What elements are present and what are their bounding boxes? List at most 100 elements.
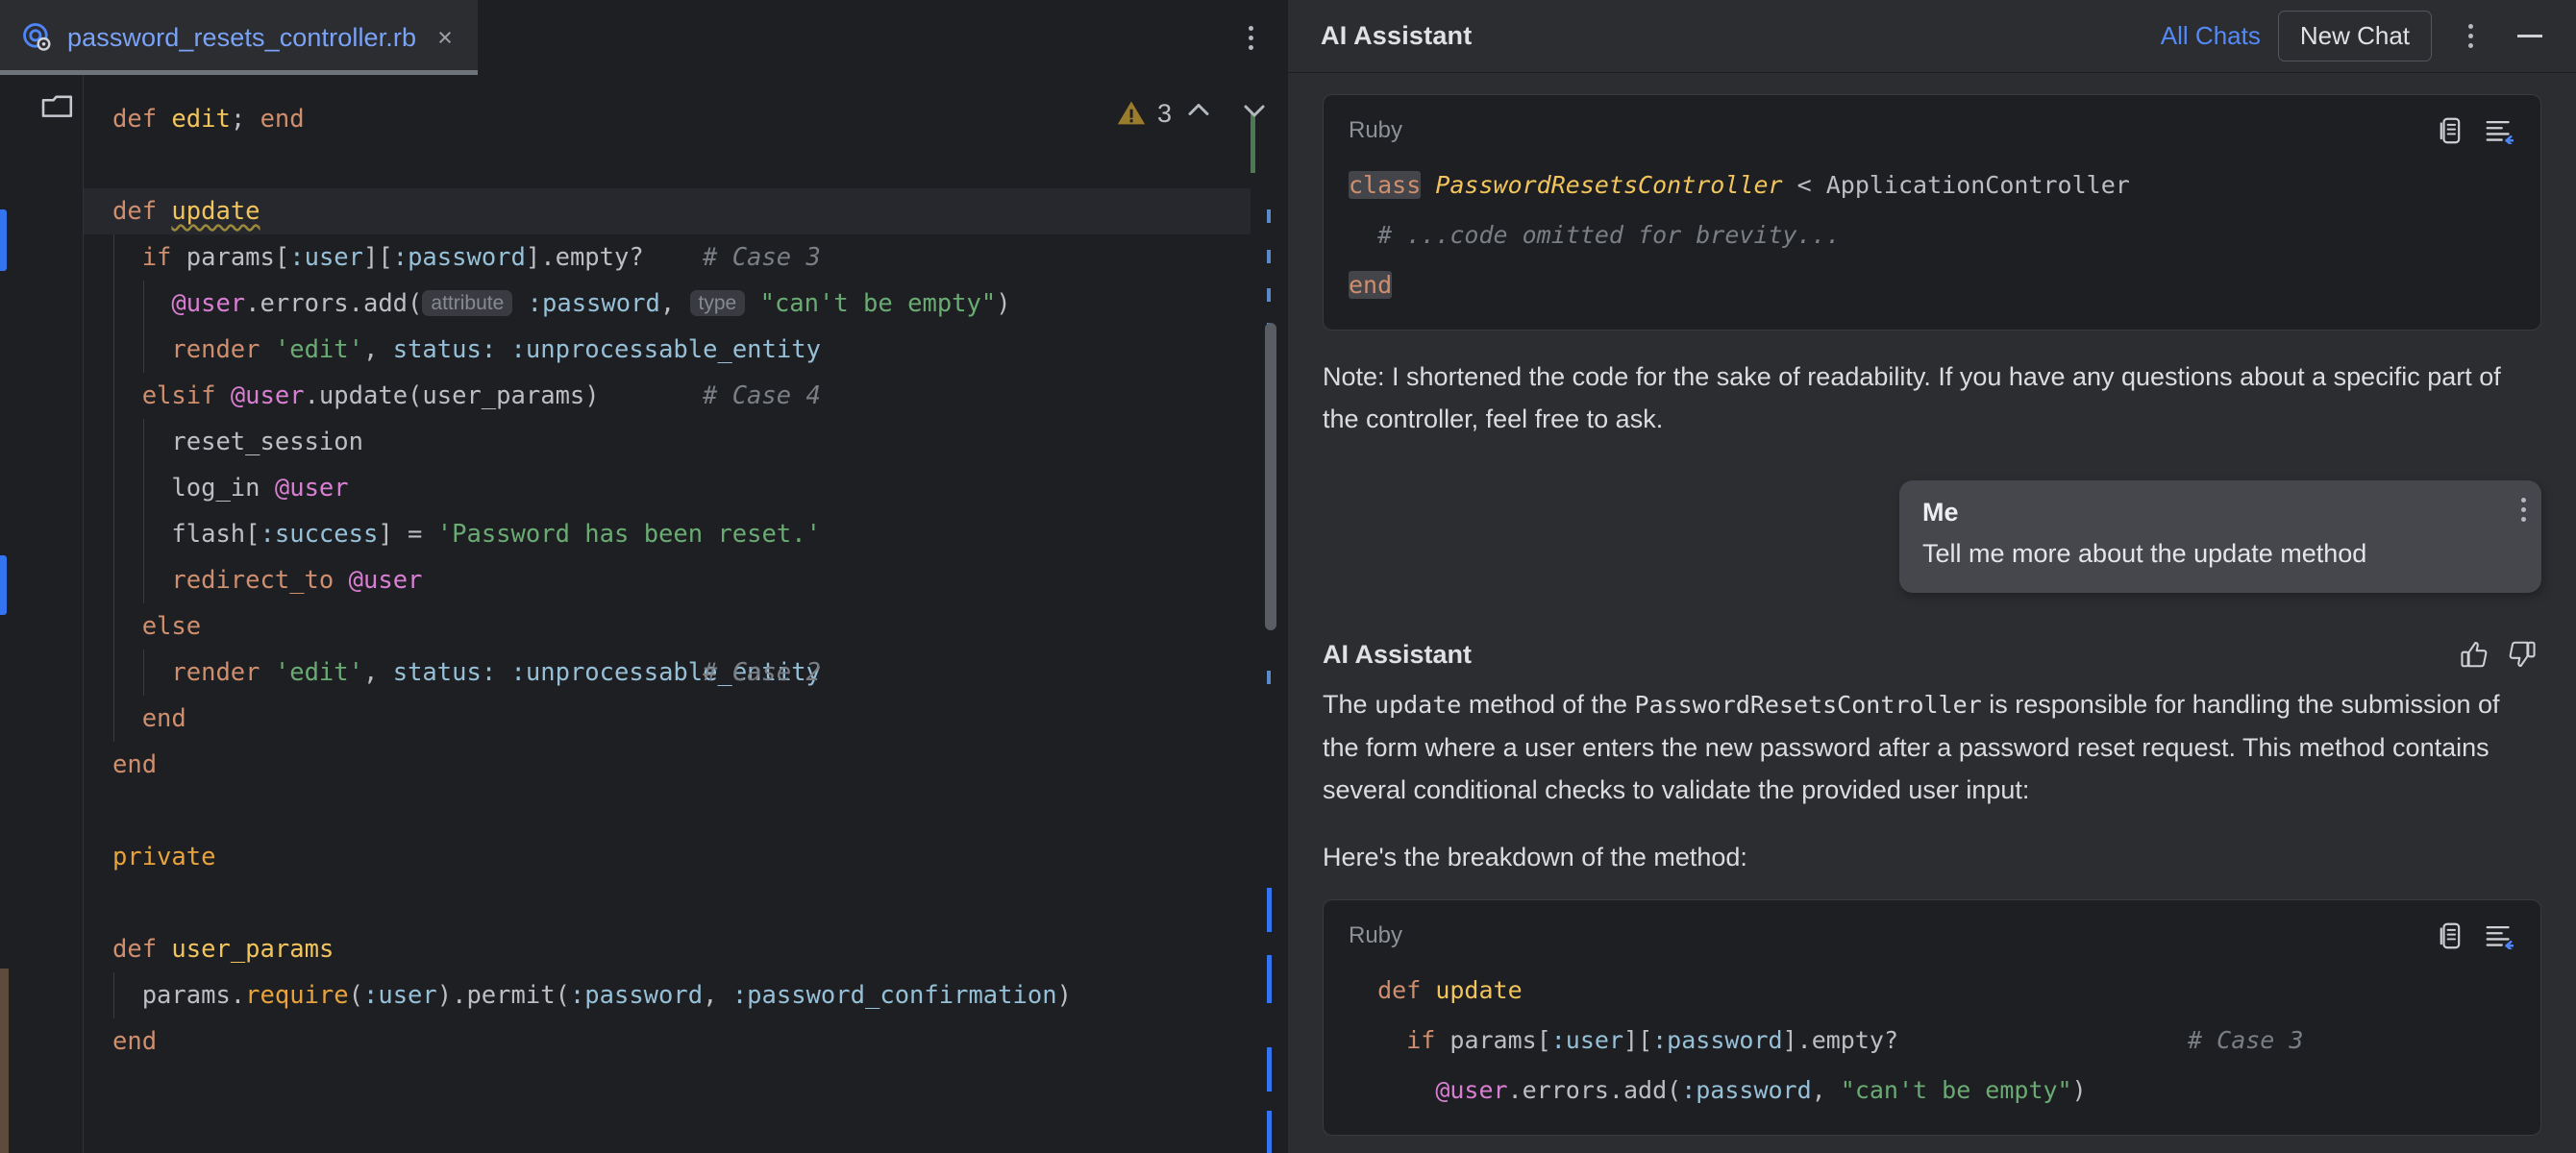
next-problem-button[interactable] bbox=[1237, 92, 1272, 127]
assistant-paragraph-1: The update method of the PasswordResetsC… bbox=[1323, 683, 2541, 811]
editor-scrollbar-strip[interactable] bbox=[1251, 75, 1285, 1153]
inspection-marker[interactable] bbox=[1267, 671, 1271, 684]
code-line[interactable]: else bbox=[84, 603, 1285, 650]
indent-guide bbox=[143, 465, 144, 511]
editor-options-button[interactable] bbox=[1216, 0, 1285, 75]
code-line-text: reset_session bbox=[171, 428, 363, 456]
minimize-panel-button[interactable] bbox=[2509, 15, 2551, 58]
warning-count: 3 bbox=[1157, 90, 1172, 136]
code-line-text: log_in @user bbox=[171, 474, 348, 503]
more-vertical-icon bbox=[2468, 24, 2473, 48]
assistant-note-paragraph: Note: I shortened the code for the sake … bbox=[1323, 356, 2541, 440]
chevron-down-icon bbox=[1237, 92, 1272, 127]
assistant-code-card-1: Ruby bbox=[1323, 94, 2541, 331]
inspection-marker[interactable] bbox=[1267, 288, 1271, 302]
indent-guide bbox=[113, 650, 114, 696]
indent-guide bbox=[113, 511, 114, 557]
code-line[interactable]: end bbox=[84, 1018, 1285, 1065]
code-line-text: if params[:user][:password].empty? bbox=[142, 243, 644, 272]
code-line[interactable]: end bbox=[84, 742, 1285, 788]
code-line[interactable]: render 'edit', status: :unprocessable_en… bbox=[84, 327, 1285, 373]
code-card-line: if params[:user][:password].empty? # Cas… bbox=[1349, 1016, 2515, 1066]
code-line[interactable]: log_in @user bbox=[84, 465, 1285, 511]
copy-button[interactable] bbox=[2431, 110, 2471, 151]
code-language-label: Ruby bbox=[1349, 117, 1402, 144]
code-lines-container: def edit; end def update if params[:user][… bbox=[84, 75, 1285, 1065]
code-line-text: end bbox=[112, 1027, 157, 1056]
code-line-text: def update bbox=[112, 197, 260, 226]
inspection-marker[interactable] bbox=[1267, 209, 1271, 223]
editor-tab-label: password_resets_controller.rb bbox=[67, 23, 416, 53]
ai-options-button[interactable] bbox=[2449, 15, 2491, 58]
p1-code2: PasswordResetsController bbox=[1634, 691, 1981, 719]
changed-block-marker bbox=[0, 969, 9, 1153]
inspection-warning-badge[interactable]: 3 bbox=[1115, 90, 1172, 136]
code-line[interactable]: params.require(:user).permit(:password, … bbox=[84, 972, 1285, 1018]
code-line[interactable]: def user_params bbox=[84, 926, 1285, 972]
indent-guide bbox=[143, 281, 144, 327]
p1-part2: method of the bbox=[1461, 690, 1634, 719]
copy-button[interactable] bbox=[2431, 916, 2471, 956]
indent-guide bbox=[113, 327, 114, 373]
editor-gutter[interactable] bbox=[33, 75, 84, 1153]
thumbs-up-button[interactable] bbox=[2455, 635, 2493, 674]
code-card-2-body: def update if params[:user][:password].e… bbox=[1324, 962, 2540, 1123]
code-line-text: private bbox=[112, 843, 215, 871]
code-line[interactable]: def update bbox=[84, 188, 1285, 234]
thumbs-down-button[interactable] bbox=[2503, 635, 2541, 674]
code-line-text: end bbox=[112, 750, 157, 779]
vcs-marker bbox=[1267, 1047, 1272, 1092]
insert-into-editor-button[interactable] bbox=[2479, 110, 2519, 151]
code-line[interactable]: render 'edit', status: :unprocessable_en… bbox=[84, 650, 1285, 696]
code-line[interactable]: @user.errors.add(attribute :password, ty… bbox=[84, 281, 1285, 327]
copy-icon bbox=[2438, 921, 2465, 950]
code-card-line: @user.errors.add(:password, "can't be em… bbox=[1349, 1066, 2515, 1116]
code-line[interactable]: redirect_to @user bbox=[84, 557, 1285, 603]
code-line[interactable]: reset_session bbox=[84, 419, 1285, 465]
code-line[interactable]: flash[:success] = 'Password has been res… bbox=[84, 511, 1285, 557]
indent-guide bbox=[113, 557, 114, 603]
code-card-header: Ruby bbox=[1324, 95, 2540, 157]
code-line[interactable]: private bbox=[84, 834, 1285, 880]
insert-into-editor-icon bbox=[2485, 117, 2514, 144]
code-card-line: # ...code omitted for brevity... bbox=[1349, 210, 2515, 260]
modified-marker-mid bbox=[0, 555, 7, 615]
new-chat-button[interactable]: New Chat bbox=[2278, 11, 2432, 61]
indent-guide bbox=[143, 557, 144, 603]
code-line-text: else bbox=[142, 612, 201, 641]
code-line-text: def user_params bbox=[112, 935, 334, 964]
editor-pane: password_resets_controller.rb × bbox=[0, 0, 1285, 1153]
code-line[interactable] bbox=[84, 142, 1285, 188]
thumbs-down-icon bbox=[2508, 640, 2537, 669]
code-line-text: end bbox=[142, 704, 186, 733]
folder-icon[interactable] bbox=[40, 92, 75, 121]
ai-chat-scroll[interactable]: Ruby bbox=[1288, 73, 2576, 1153]
prev-problem-button[interactable] bbox=[1181, 92, 1216, 127]
insert-into-editor-button[interactable] bbox=[2479, 916, 2519, 956]
code-line-text: render 'edit', status: :unprocessable_en… bbox=[171, 335, 821, 364]
user-message-text: Tell me more about the update method bbox=[1922, 535, 2518, 572]
insert-into-editor-icon bbox=[2485, 922, 2514, 949]
code-line[interactable] bbox=[84, 880, 1285, 926]
assistant-message-author: AI Assistant bbox=[1323, 640, 1472, 670]
inspection-marker[interactable] bbox=[1267, 250, 1271, 263]
code-line-text: flash[:success] = 'Password has been res… bbox=[171, 520, 821, 549]
ai-assistant-header: AI Assistant All Chats New Chat bbox=[1288, 0, 2576, 73]
close-icon[interactable]: × bbox=[437, 25, 453, 51]
code-line[interactable] bbox=[84, 788, 1285, 834]
code-line[interactable]: def edit; end bbox=[84, 96, 1285, 142]
ruby-file-icon bbox=[21, 21, 54, 54]
code-card-line: class PasswordResetsController < Applica… bbox=[1349, 160, 2515, 210]
code-comment: # Case 2 bbox=[703, 650, 821, 696]
code-editor-content[interactable]: 3 def edit; end def update if params[:user… bbox=[84, 75, 1285, 1153]
all-chats-link[interactable]: All Chats bbox=[2161, 21, 2261, 51]
code-line[interactable]: if params[:user][:password].empty?# Case… bbox=[84, 234, 1285, 281]
vcs-marker bbox=[1267, 955, 1272, 1003]
editor-scrollbar-thumb[interactable] bbox=[1265, 323, 1276, 630]
user-message-options-button[interactable] bbox=[2521, 498, 2526, 522]
code-language-label: Ruby bbox=[1349, 922, 1402, 949]
editor-tab-password-resets-controller[interactable]: password_resets_controller.rb × bbox=[0, 0, 478, 75]
code-line[interactable]: elsif @user.update(user_params)# Case 4 bbox=[84, 373, 1285, 419]
code-line[interactable]: end bbox=[84, 696, 1285, 742]
modified-marker-top bbox=[0, 209, 7, 271]
